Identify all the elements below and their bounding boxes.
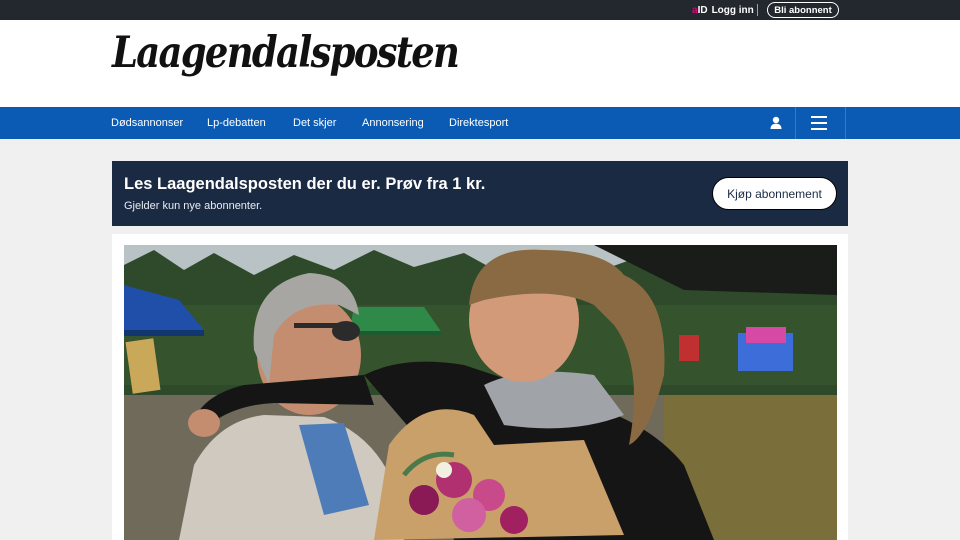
nav-item-dodsannonser[interactable]: Dødsannonser: [111, 107, 183, 139]
site-logo[interactable]: Laagendalsposten: [112, 32, 460, 75]
subscription-promo-banner: Les Laagendalsposten der du er. Prøv fra…: [112, 161, 848, 226]
nav-divider: [795, 107, 796, 139]
aid-logo-id: ID: [697, 4, 708, 16]
top-utility-bar: a ID Logg inn Bli abonnent: [0, 0, 960, 20]
topbar-divider: [757, 4, 758, 16]
buy-subscription-button[interactable]: Kjøp abonnement: [712, 177, 837, 210]
nav-item-direktesport[interactable]: Direktesport: [449, 107, 508, 139]
nav-item-annonsering[interactable]: Annonsering: [362, 107, 424, 139]
article-photo[interactable]: [124, 245, 837, 540]
nav-item-lp-debatten[interactable]: Lp-debatten: [207, 107, 266, 139]
promo-headline: Les Laagendalsposten der du er. Prøv fra…: [124, 175, 486, 193]
nav-divider: [845, 107, 846, 139]
promo-subtext: Gjelder kun nye abonnenter.: [124, 200, 263, 212]
nav-item-det-skjer[interactable]: Det skjer: [293, 107, 336, 139]
masthead: Laagendalsposten: [0, 20, 960, 107]
subscribe-button[interactable]: Bli abonnent: [767, 2, 839, 18]
main-navigation: Dødsannonser Lp-debatten Det skjer Annon…: [0, 107, 960, 139]
photo-illustration: [124, 245, 837, 540]
article-card[interactable]: [112, 234, 848, 540]
user-icon[interactable]: [768, 115, 784, 131]
login-label: Logg inn: [711, 4, 754, 16]
hamburger-menu-icon[interactable]: [811, 116, 829, 130]
login-link[interactable]: a ID Logg inn: [692, 4, 754, 16]
